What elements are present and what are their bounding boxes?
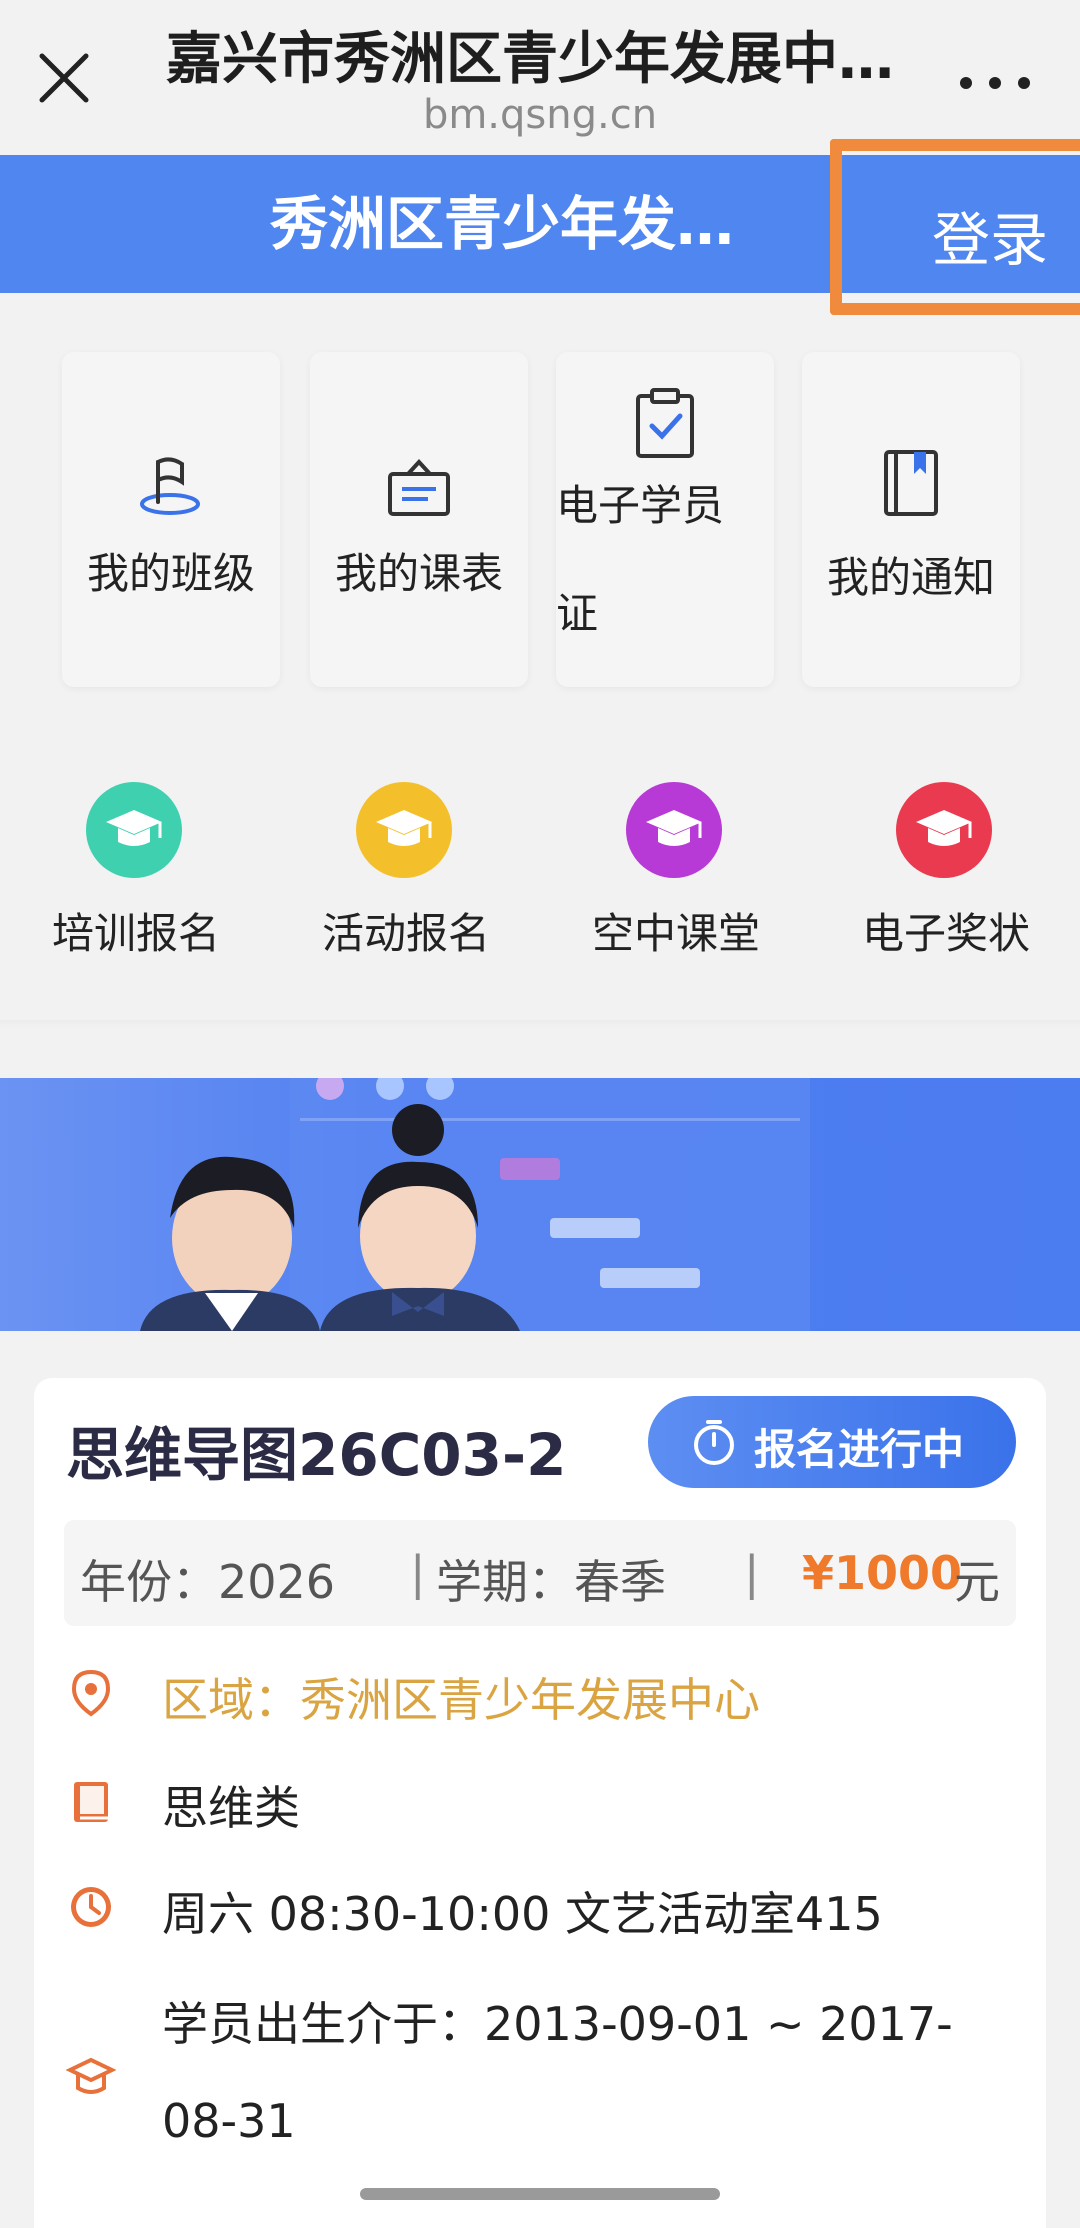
quick-link-label: 我的课表 [334,549,503,598]
category-icon-circle [896,782,992,878]
panel-divider [0,1020,1080,1030]
category-e-certificate[interactable]: 电子奖状 [846,782,1046,962]
region-text: 区域：秀洲区青少年发展中心 [162,1673,760,1727]
dot-icon [960,77,972,89]
category-icon-circle [86,782,182,878]
quick-link-label-line1: 电子学员 [556,481,725,530]
schedule-icon [388,459,450,516]
stopwatch-icon [694,1420,734,1465]
category-online-classroom[interactable]: 空中课堂 [576,782,776,962]
dot-icon [1018,77,1030,89]
quick-link-my-notices[interactable]: 我的通知 [802,352,1020,687]
signup-status-button[interactable]: 报名进行中 [648,1396,1016,1488]
birth-range-text-line1: 学员出生介于：2013-09-01 ~ 2017- [162,1997,953,2051]
category-label: 培训报名 [51,909,220,958]
category-activity-signup[interactable]: 活动报名 [306,782,506,962]
clipboard-check-icon [636,388,694,458]
more-options-button[interactable] [950,50,1040,110]
category-label: 活动报名 [321,909,490,958]
graduation-cap-outline-icon [66,2057,116,2094]
page-url: bm.qsng.cn [422,92,658,138]
location-pin-icon [71,1669,111,1717]
quick-link-my-class[interactable]: 我的班级 [62,352,280,687]
quick-link-student-card[interactable]: 电子学员 证 [556,352,774,687]
separator: | [410,1546,426,1600]
course-name: 思维导图26C03-2 [66,1421,567,1489]
clock-icon [71,1887,111,1927]
site-title: 秀洲区青少年发… [270,190,735,258]
flag-icon [140,457,200,515]
close-button[interactable] [34,48,94,108]
graduation-cap-icon [376,810,432,846]
page-title: 嘉兴市秀洲区青少年发展中… [166,27,894,86]
term-label: 学期：春季 [436,1555,666,1609]
category-text: 思维类 [162,1781,300,1835]
category-icon-circle [626,782,722,878]
course-meta-row: 年份：2026 | 学期：春季 | ¥1000 元 [64,1520,1016,1626]
category-training-signup[interactable]: 培训报名 [36,782,236,962]
quick-link-label: 我的班级 [86,549,255,598]
graduation-cap-icon [916,810,972,846]
login-label: 登录 [932,206,1049,274]
category-label: 电子奖状 [861,909,1030,958]
close-icon [39,53,89,103]
separator: | [744,1546,760,1600]
login-button[interactable]: 登录 [830,139,1080,315]
quick-link-label-line2: 证 [556,589,599,638]
promo-banner[interactable] [0,1078,1080,1331]
quick-link-my-schedule[interactable]: 我的课表 [310,352,528,687]
category-icon-circle [356,782,452,878]
quick-link-label: 我的通知 [826,553,995,602]
price-unit: 元 [954,1555,1000,1609]
category-label: 空中课堂 [591,909,760,958]
schedule-text: 周六 08:30-10:00 文艺活动室415 [162,1887,883,1941]
book-icon [74,1782,108,1822]
status-label: 报名进行中 [754,1425,965,1474]
course-card[interactable]: 思维导图26C03-2 报名进行中 年份：2026 | 学期：春季 | ¥100… [34,1378,1046,2228]
price-value: ¥1000 [802,1546,963,1600]
year-label: 年份：2026 [80,1555,336,1609]
graduation-cap-icon [646,810,702,846]
banner-illustration [140,1078,810,1331]
browser-top-bar: 嘉兴市秀洲区青少年发展中… bm.qsng.cn [0,0,1080,150]
dot-icon [989,77,1001,89]
home-indicator[interactable] [360,2188,720,2200]
graduation-cap-icon [106,810,162,846]
birth-range-text-line2: 08-31 [162,2094,296,2148]
notebook-icon [884,450,938,516]
